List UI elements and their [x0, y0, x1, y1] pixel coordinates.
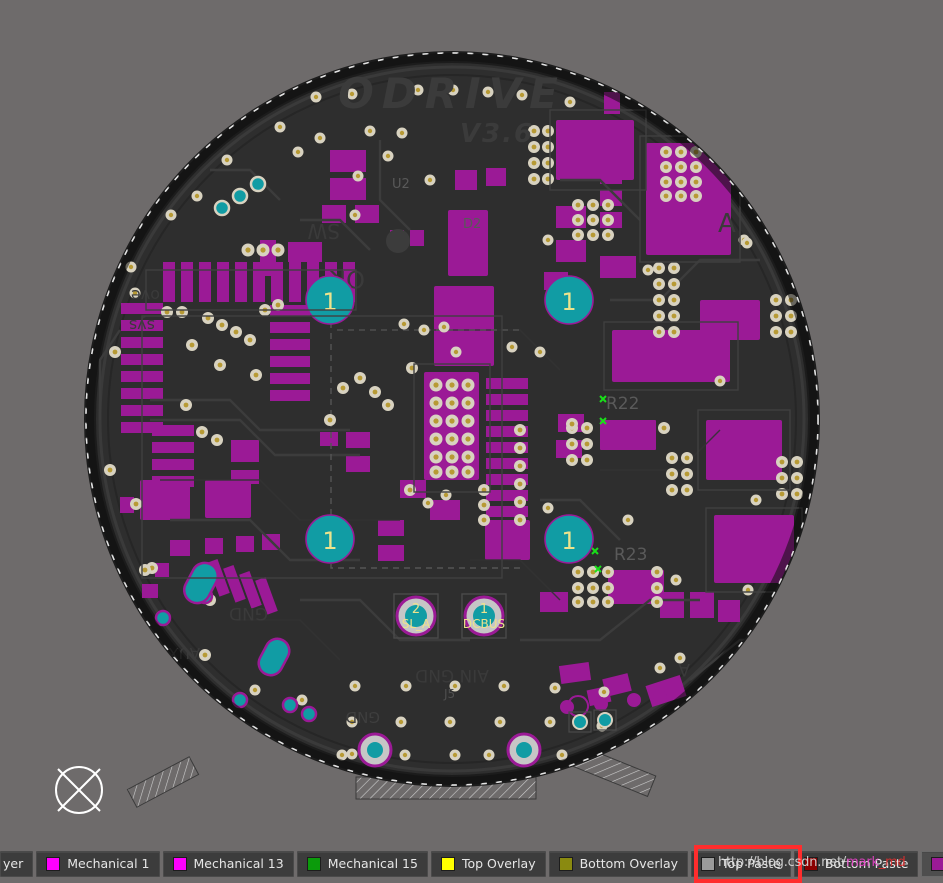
layer-tab-label: Bottom Paste [825, 858, 909, 871]
silk-board-name: ODRIVE [338, 69, 566, 118]
terminal-number: 2 [412, 602, 420, 617]
silk-r22: R22 [606, 394, 639, 414]
layer-tab-label: Mechanical 13 [194, 858, 284, 871]
pcb-canvas[interactable]: ODRIVE V3.6 U2 D2 R22 R23 J5 GND A AIN G… [0, 0, 943, 845]
layer-tab-top-solder[interactable]: Top Solder [921, 851, 943, 877]
layer-color-swatch-icon [931, 857, 943, 871]
silk-a: A [718, 209, 736, 239]
layer-tab-bottom-overlay[interactable]: Bottom Overlay [549, 851, 688, 877]
layer-tab-top-overlay[interactable]: Top Overlay [431, 851, 546, 877]
marker-label: 1 [322, 288, 337, 316]
layer-tab-top-paste[interactable]: Top Paste [691, 851, 791, 877]
silk-u2: U2 [392, 177, 410, 192]
silk-revision: V3.6 [460, 119, 534, 149]
layer-color-swatch-icon [307, 857, 321, 871]
silk-misc-1: SW [307, 219, 340, 243]
layer-tab-list[interactable]: yer Mechanical 1 Mechanical 13 Mechanical 1… [0, 851, 943, 877]
silk-misc-7: A [678, 659, 690, 679]
silk-j5: J5 [443, 687, 455, 701]
layer-tab-clipped[interactable]: yer [0, 851, 33, 877]
layer-tab-mechanical-15[interactable]: Mechanical 15 [297, 851, 428, 877]
layer-tab-label: Top Overlay [462, 858, 536, 871]
marker-1-topleft[interactable]: 1 [306, 276, 354, 324]
marker-label: 1 [561, 527, 576, 555]
layer-color-swatch-icon [46, 857, 60, 871]
layer-tab-label: Mechanical 1 [67, 858, 149, 871]
layer-color-swatch-icon [559, 857, 573, 871]
layer-tab-mechanical-1[interactable]: Mechanical 1 [36, 851, 159, 877]
silk-r23: R23 [614, 545, 647, 565]
terminal-name: SL_A [402, 617, 431, 631]
marker-1-topright[interactable]: 1 [545, 276, 593, 324]
pcb-viewer-app: ODRIVE V3.6 U2 D2 R22 R23 J5 GND A AIN G… [0, 0, 943, 883]
silk-misc-5: GND [229, 603, 268, 623]
marker-1-bottomright[interactable]: 1 [545, 515, 593, 563]
round-component [386, 229, 410, 253]
layer-color-swatch-icon [441, 857, 455, 871]
layer-color-swatch-icon [173, 857, 187, 871]
terminal-number: 1 [480, 602, 488, 617]
marker-1-bottomleft[interactable]: 1 [306, 515, 354, 563]
marker-label: 1 [322, 527, 337, 555]
silk-gnd: GND [346, 708, 380, 726]
layer-tab-bottom-paste[interactable]: Bottom Paste [794, 851, 919, 877]
silk-d2: D2 [463, 217, 481, 232]
layer-color-swatch-icon [701, 857, 715, 871]
layer-tab-label: Bottom Overlay [580, 858, 678, 871]
layer-tab-label: Top Paste [722, 858, 781, 871]
mounting-hole-left [359, 734, 391, 766]
layer-tab-label: yer [3, 858, 23, 871]
layer-tab-mechanical-13[interactable]: Mechanical 13 [163, 851, 294, 877]
mounting-hole-right [508, 734, 540, 766]
pcb-board-render: ODRIVE V3.6 U2 D2 R22 R23 J5 GND A AIN G… [0, 0, 943, 845]
layer-tab-label: Mechanical 15 [328, 858, 418, 871]
layer-tab-bar[interactable]: yer Mechanical 1 Mechanical 13 Mechanical 1… [0, 845, 943, 883]
marker-label: 1 [561, 288, 576, 316]
terminal-name: DCBUS [463, 617, 505, 631]
layer-color-swatch-icon [804, 857, 818, 871]
silk-ain-gnd: AIN GND [415, 665, 489, 685]
